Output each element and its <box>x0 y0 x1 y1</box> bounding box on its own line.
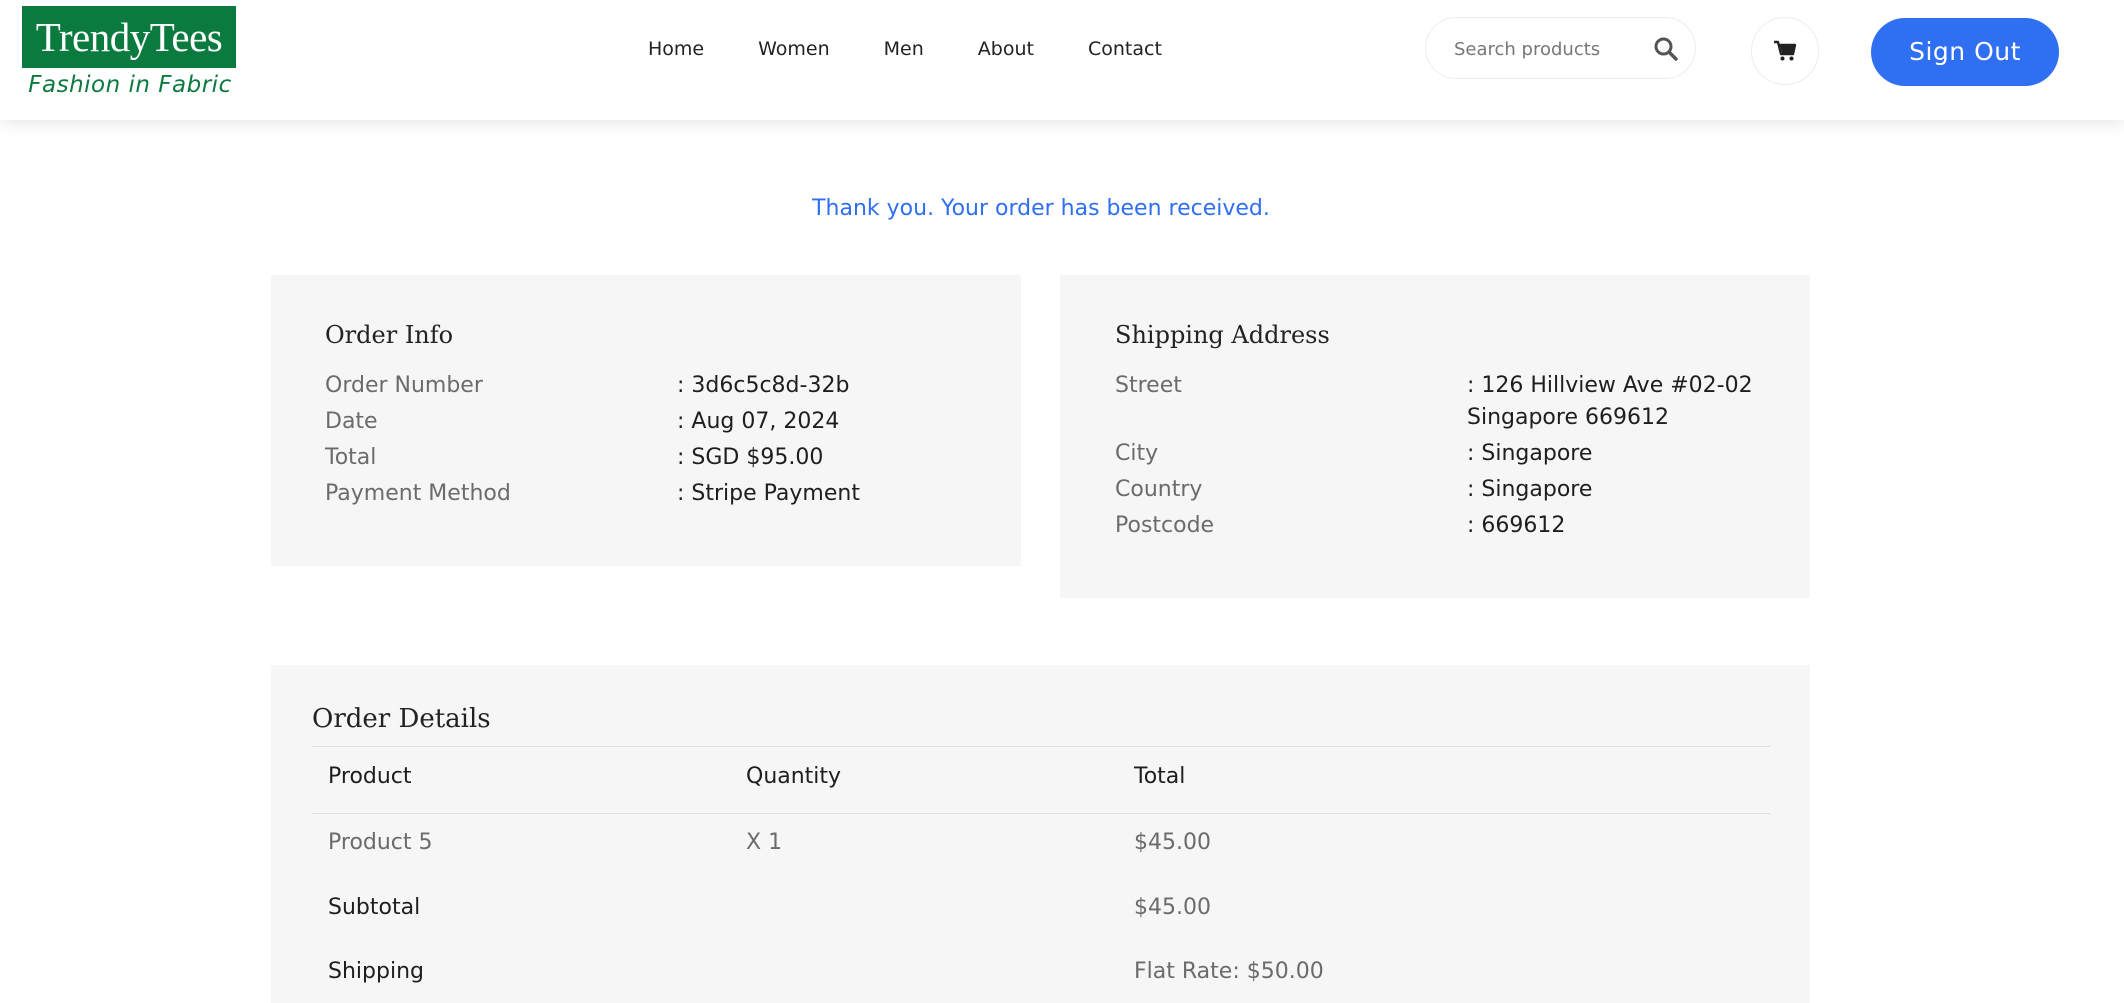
order-details-title: Order Details <box>312 704 491 734</box>
column-header-quantity: Quantity <box>746 764 842 789</box>
city-label: City <box>1115 441 1159 466</box>
item-total: $45.00 <box>1134 830 1211 855</box>
city-value: : Singapore <box>1467 441 1593 466</box>
shipping-address-title: Shipping Address <box>1115 321 1330 349</box>
country-value: : Singapore <box>1467 477 1593 502</box>
order-total-label: Total <box>325 445 377 470</box>
search-input[interactable] <box>1452 32 1646 66</box>
shipping-address-card: Shipping Address Street : 126 Hillview A… <box>1060 275 1810 598</box>
order-date-value: : Aug 07, 2024 <box>677 409 840 434</box>
order-date-label: Date <box>325 409 378 434</box>
order-number-value: : 3d6c5c8d-32b <box>677 373 850 398</box>
order-received-message: Thank you. Your order has been received. <box>812 196 1270 221</box>
site-logo[interactable]: TrendyTees Fashion in Fabric <box>22 6 238 102</box>
order-info-title: Order Info <box>325 321 454 349</box>
cart-icon <box>1773 39 1797 63</box>
payment-method-value: : Stripe Payment <box>677 481 860 506</box>
item-product-name: Product 5 <box>328 830 433 855</box>
search-box <box>1425 17 1696 79</box>
shipping-label: Shipping <box>328 959 424 984</box>
street-label: Street <box>1115 373 1182 398</box>
nav-item-women[interactable]: Women <box>758 38 830 66</box>
postcode-value: : 669612 <box>1467 513 1566 538</box>
nav-item-men[interactable]: Men <box>884 38 924 66</box>
street-value: : 126 Hillview Ave #02-02 <box>1467 373 1753 398</box>
table-top-divider <box>312 746 1770 747</box>
logo-tagline: Fashion in Fabric <box>28 72 232 98</box>
site-header: TrendyTees Fashion in Fabric Home Women … <box>0 0 2124 120</box>
item-quantity: X 1 <box>746 830 783 855</box>
payment-method-label: Payment Method <box>325 481 511 506</box>
order-details-card <box>271 665 1810 1003</box>
nav-item-contact[interactable]: Contact <box>1088 38 1162 66</box>
order-total-value: : SGD $95.00 <box>677 445 824 470</box>
country-label: Country <box>1115 477 1203 502</box>
order-number-label: Order Number <box>325 373 483 398</box>
nav-item-home[interactable]: Home <box>648 38 704 66</box>
subtotal-value: $45.00 <box>1134 895 1211 920</box>
order-info-card: Order Info Order Number : 3d6c5c8d-32b D… <box>271 275 1021 566</box>
table-header-divider <box>312 813 1770 814</box>
column-header-total: Total <box>1134 764 1186 789</box>
postcode-label: Postcode <box>1115 513 1215 538</box>
main-nav: Home Women Men About Contact <box>648 38 1216 66</box>
subtotal-label: Subtotal <box>328 895 421 920</box>
logo-title: TrendyTees <box>22 6 236 68</box>
column-header-product: Product <box>328 764 412 789</box>
sign-out-button[interactable]: Sign Out <box>1871 18 2059 86</box>
street-value-line2: Singapore 669612 <box>1467 405 1669 430</box>
cart-button[interactable] <box>1751 17 1819 85</box>
search-icon[interactable] <box>1653 36 1679 62</box>
nav-item-about[interactable]: About <box>978 38 1034 66</box>
shipping-value: Flat Rate: $50.00 <box>1134 959 1324 984</box>
